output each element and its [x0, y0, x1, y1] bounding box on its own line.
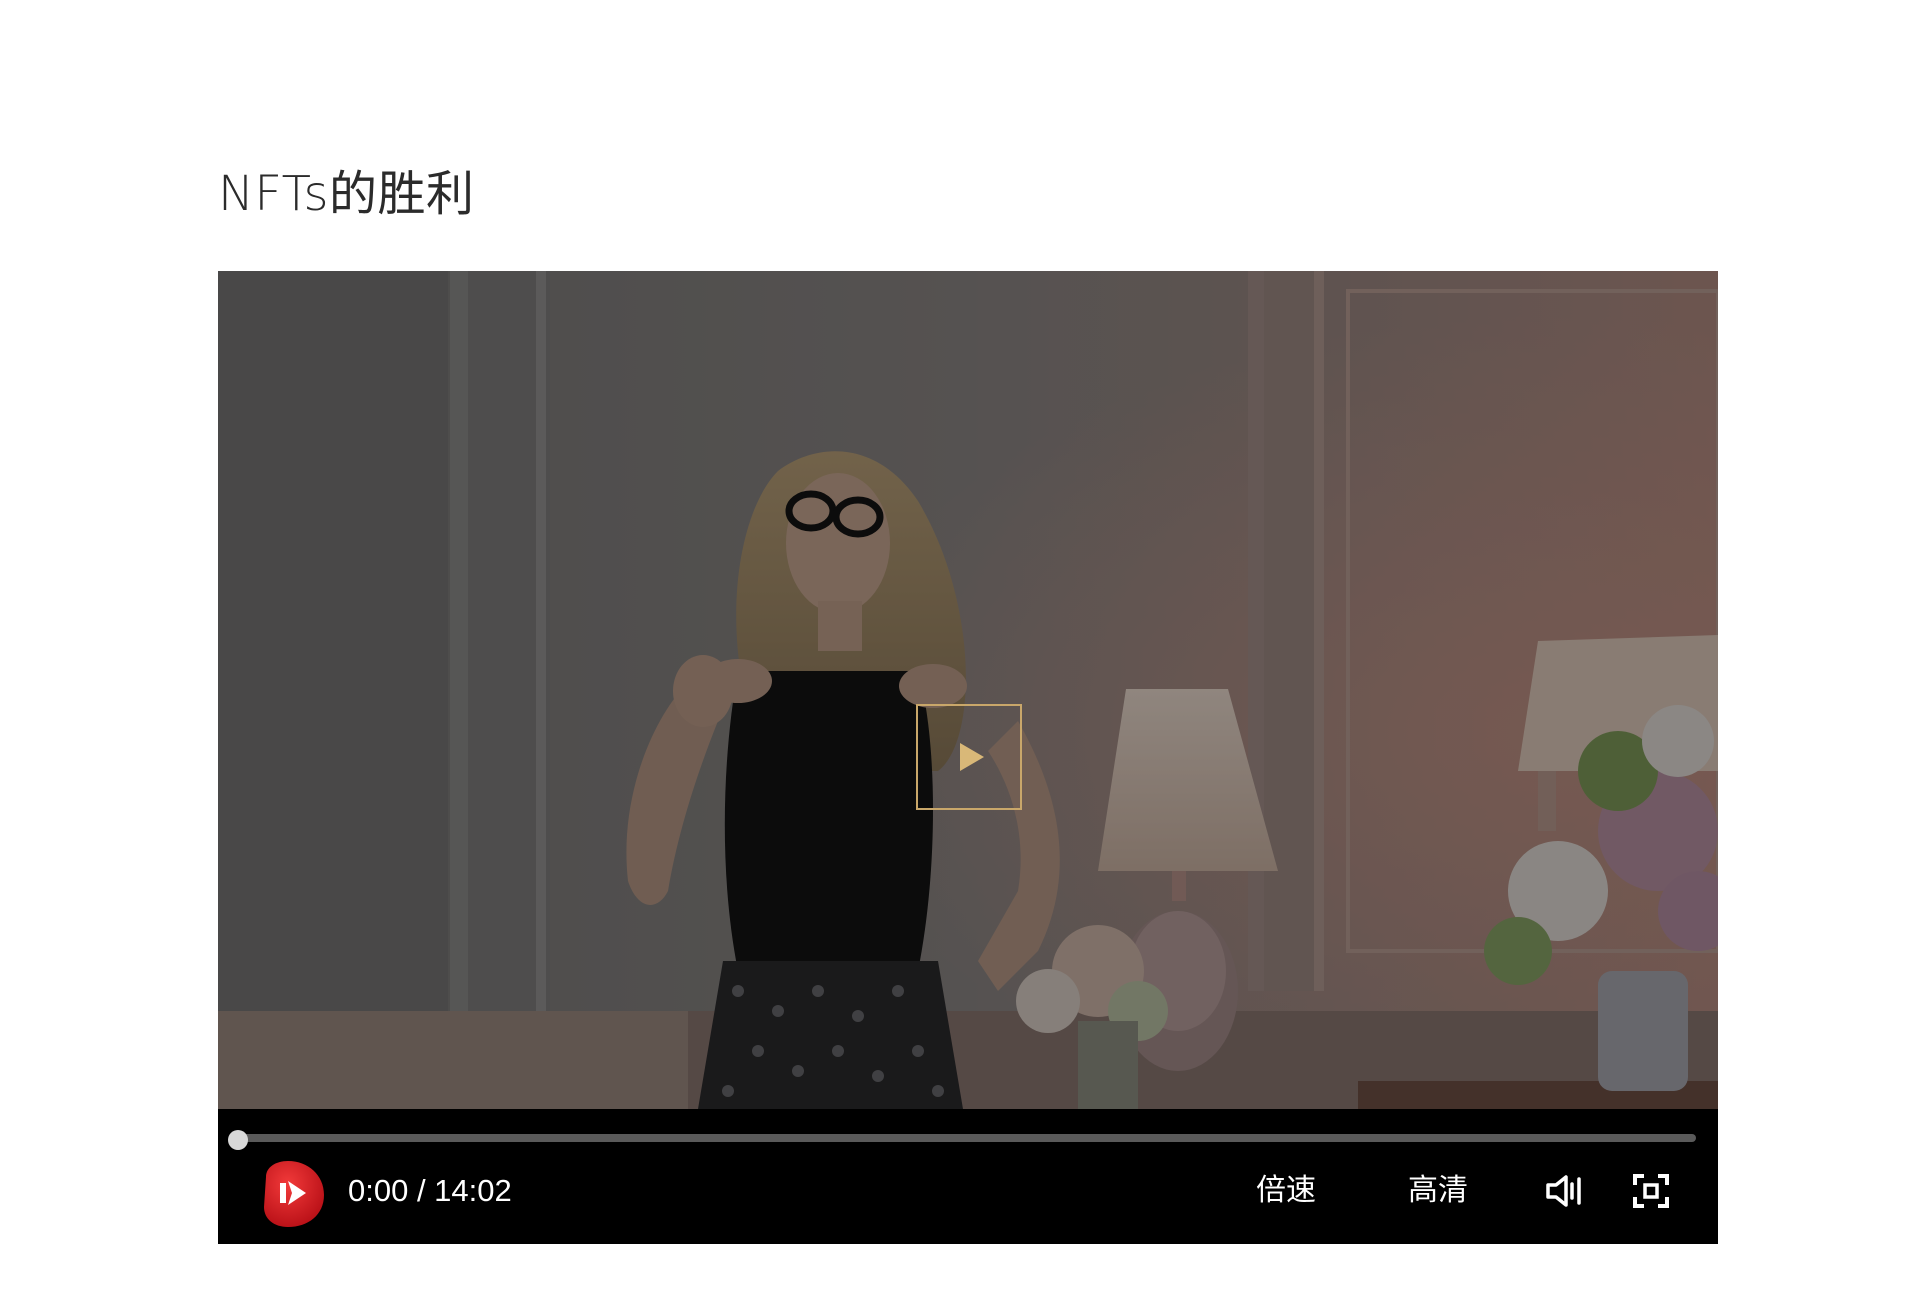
control-bar: 0:00 / 14:02 倍速 高清 [218, 1109, 1718, 1244]
speed-button[interactable]: 倍速 [1256, 1171, 1316, 1211]
play-button[interactable] [256, 1159, 326, 1229]
center-play-button[interactable] [916, 704, 1022, 810]
time-display: 0:00 / 14:02 [348, 1173, 512, 1208]
page-title: NFTs的胜利 [218, 166, 475, 222]
volume-button[interactable] [1544, 1173, 1584, 1209]
video-player[interactable]: 0:00 / 14:02 倍速 高清 [218, 271, 1718, 1244]
quality-button[interactable]: 高清 [1408, 1171, 1468, 1211]
video-dim-overlay [218, 271, 1718, 1109]
progress-bar[interactable] [236, 1134, 1696, 1142]
volume-icon [1546, 1175, 1581, 1207]
video-frame[interactable] [218, 271, 1718, 1109]
progress-knob[interactable] [228, 1130, 248, 1150]
page: NFTs的胜利 0:00 / 14:02 倍速 高清 [0, 0, 1920, 1293]
fullscreen-icon [1633, 1174, 1669, 1208]
play-button-icon [264, 1161, 324, 1227]
play-icon [960, 743, 984, 771]
fullscreen-button[interactable] [1632, 1173, 1670, 1209]
